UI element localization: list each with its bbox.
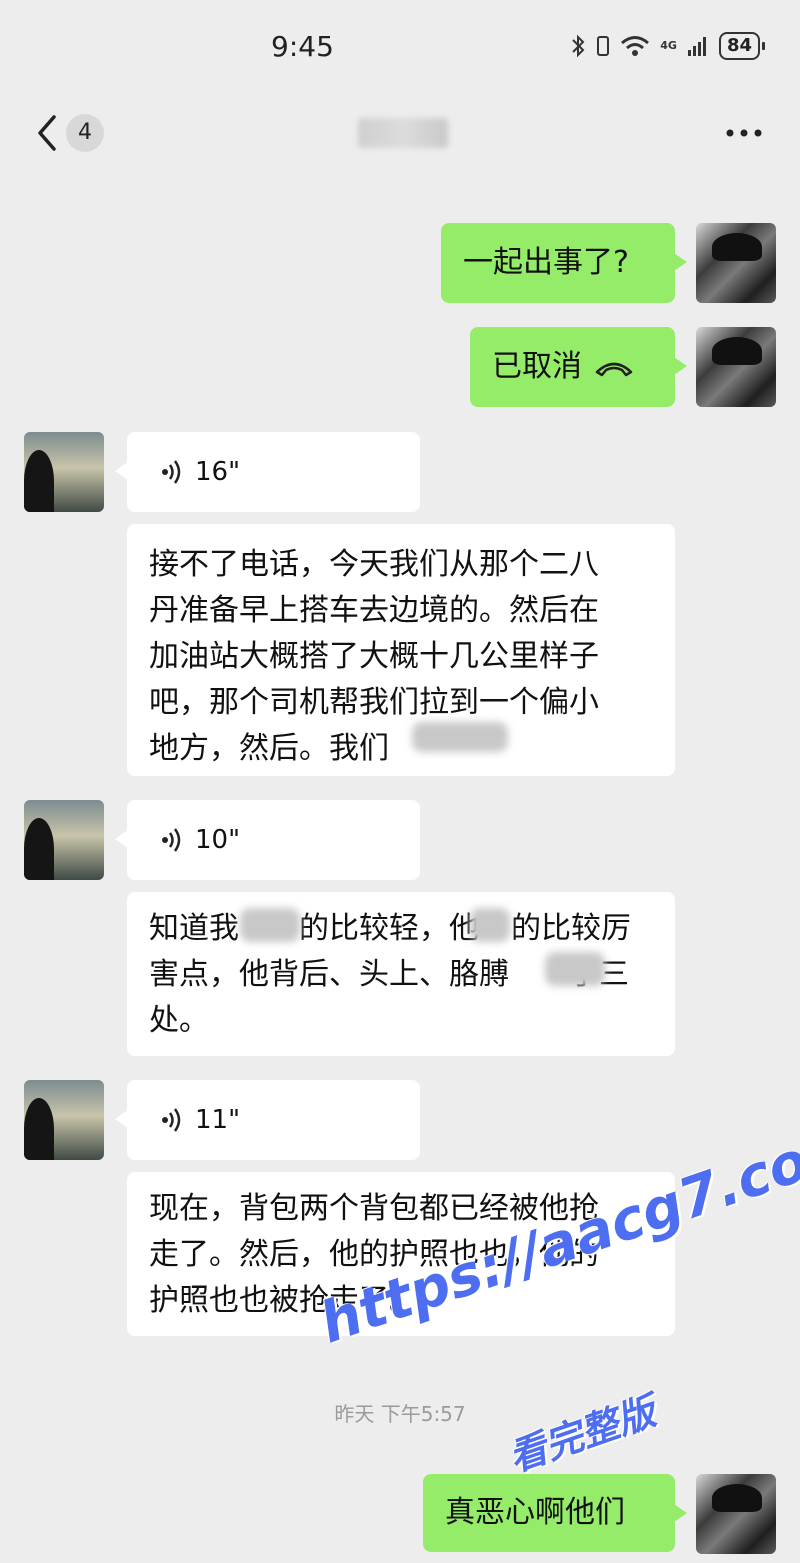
back-arrow-icon[interactable] [30, 113, 64, 153]
voice-message-bubble[interactable]: 11" [115, 1080, 420, 1160]
voice-wave-icon [162, 1108, 181, 1132]
voice-message-bubble[interactable]: 10" [115, 800, 420, 880]
message-line: 接不了电话，今天我们从那个二八 [149, 547, 599, 582]
more-options-icon[interactable] [724, 128, 764, 138]
wifi-icon [621, 36, 650, 56]
message-text: 一起出事了? [463, 245, 629, 280]
message-segment: 害点，他背后、头上、胳膊 [149, 957, 509, 992]
censored-text-blur [412, 722, 508, 752]
status-bar: 9:45 4G 84 [0, 0, 800, 95]
status-icons: 4G 84 [570, 32, 766, 60]
my-avatar[interactable] [696, 223, 776, 303]
message-segment: 的比较厉 [511, 911, 631, 946]
voice-duration: 10" [195, 825, 241, 855]
voice-duration: 11" [195, 1105, 241, 1135]
unread-count-badge[interactable]: 4 [66, 114, 104, 152]
watermark-caption: 看完整版 [502, 1389, 661, 1481]
contact-avatar[interactable] [24, 432, 104, 512]
voice-wave-icon [162, 460, 181, 484]
battery-indicator: 84 [718, 32, 766, 60]
message-bubble-sent[interactable]: 一起出事了? [441, 223, 687, 303]
chat-title-blurred [358, 118, 448, 148]
message-text: 已取消 [492, 349, 582, 384]
censored-text-blur [470, 908, 510, 942]
my-avatar[interactable] [696, 1474, 776, 1554]
phone-hangup-icon [595, 362, 633, 376]
message-line: 地方，然后。我们 [149, 731, 389, 766]
message-line: 处。 [149, 1003, 209, 1038]
contact-avatar[interactable] [24, 1080, 104, 1160]
network-type: 4G [660, 39, 677, 52]
clock: 9:45 [271, 30, 334, 63]
message-line: 丹准备早上搭车去边境的。然后在 [149, 593, 599, 628]
message-bubble-received[interactable]: 接不了电话，今天我们从那个二八 丹准备早上搭车去边境的。然后在 加油站大概搭了大… [127, 524, 675, 776]
message-line: 吧，那个司机帮我们拉到一个偏小 [149, 685, 599, 720]
voice-duration: 16" [195, 457, 241, 487]
message-segment: 的比较轻，他 [299, 911, 479, 946]
contact-avatar[interactable] [24, 800, 104, 880]
message-line: 加油站大概搭了大概十几公里样子 [149, 639, 599, 674]
voice-message-bubble[interactable]: 16" [115, 432, 420, 512]
vibrate-icon [597, 36, 610, 56]
timestamp-separator: 昨天 下午5:57 [334, 1402, 466, 1426]
my-avatar[interactable] [696, 327, 776, 407]
message-bubble-sent[interactable]: 真恶心啊他们 [423, 1474, 687, 1552]
message-text: 真恶心啊他们 [445, 1495, 625, 1530]
signal-icon [687, 37, 706, 56]
bluetooth-icon [572, 34, 585, 58]
call-cancelled-bubble[interactable]: 已取消 [470, 327, 687, 407]
message-segment: 知道我 [149, 911, 239, 946]
censored-text-blur [545, 952, 605, 986]
voice-wave-icon [162, 828, 181, 852]
censored-text-blur [240, 908, 300, 942]
